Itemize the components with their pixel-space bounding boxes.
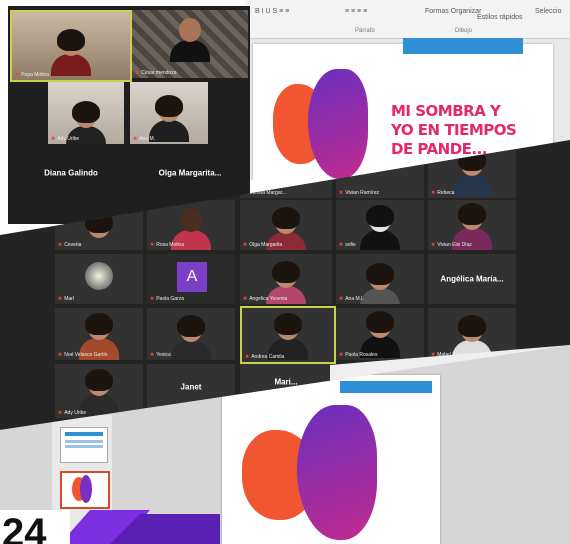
participant-name: Marl <box>64 296 74 302</box>
ribbon-group-paragraph: Párrafo <box>355 28 375 34</box>
video-tile[interactable]: ✖ sofie <box>336 200 424 250</box>
participant-name: Diana Galindo <box>44 168 98 178</box>
participant-name: Andrea Camila <box>251 354 285 360</box>
slide-art-purple <box>297 405 377 540</box>
ribbon-organize[interactable]: Formas Organizar <box>425 8 481 15</box>
slide-art-purple <box>308 69 368 179</box>
video-tile[interactable]: A ✖ Paola Garza <box>147 254 235 304</box>
participant-name: Paola Garza <box>156 296 184 302</box>
participant-name: Dienna Margar... <box>249 190 287 196</box>
participant-name: Rosa Molina <box>156 242 184 248</box>
participant-name: Angelica Yesenia <box>249 296 288 302</box>
video-tile[interactable]: ✖ Paola Rosales <box>336 308 424 360</box>
video-tile[interactable]: ✖ Vivian Elsi Díaz <box>428 200 516 250</box>
participant-name: Janet <box>180 382 202 392</box>
avatar: A <box>177 262 207 292</box>
video-tile[interactable]: ✖ César mendoza <box>132 10 248 78</box>
participant-name: Olga Margarita... <box>158 168 222 178</box>
video-tile[interactable]: ✖ Andrea Camila <box>240 306 336 364</box>
badge-number: 24 <box>2 511 47 544</box>
zoom-gallery-top: ✖ Pepa Molina ✖ César mendoza ✖ Ady Uribe ✖… <box>8 6 250 224</box>
ribbon-group-drawing: Dibujo <box>455 28 473 34</box>
ribbon-select[interactable]: Seleccio <box>535 8 561 15</box>
participant-name: César mendoza <box>141 70 177 76</box>
video-tile[interactable]: ✖ Angelica Yesenia <box>240 254 332 304</box>
video-tile[interactable]: ✖ Marl <box>55 254 143 304</box>
participant-name: Vivian Ramírez <box>345 190 380 196</box>
video-tile[interactable]: ✖ Yesica <box>147 308 235 360</box>
participant-name: Paola Rosales <box>345 352 378 358</box>
video-tile[interactable]: ✖ Ady Uribe <box>48 82 124 144</box>
slide-header-bar <box>340 381 432 393</box>
ribbon-format-buttons[interactable]: B I U S ≡ ≡ <box>255 8 289 15</box>
corner-badge: 24 <box>0 510 220 544</box>
participant-name: Rebeca <box>437 190 455 196</box>
ribbon-align-buttons[interactable]: ≡ ≡ ≡ ≡ <box>345 8 367 15</box>
video-tile[interactable]: Angélica María... <box>428 254 516 304</box>
video-tile[interactable]: ✖ Ana M. <box>130 82 208 144</box>
participant-name: Ady Uribe <box>64 410 87 416</box>
participant-name: Ady Uribe <box>57 136 80 142</box>
participant-name: Vivian Elsi Díaz <box>437 242 472 248</box>
video-tile[interactable]: Diana Galindo <box>12 148 130 198</box>
video-tile[interactable]: ✖ Olga Margarita <box>240 200 332 250</box>
video-tile[interactable]: ✖ Ady Uribe <box>55 364 143 418</box>
slide-canvas[interactable] <box>222 375 440 544</box>
participant-name: Olga Margarita <box>249 242 283 248</box>
video-tile[interactable]: ✖ Pepa Molina <box>10 10 132 82</box>
slide-header-bar <box>403 38 523 54</box>
participant-name: Yesica <box>156 352 171 358</box>
participant-name: Ana M. <box>139 136 156 142</box>
video-tile[interactable]: Olga Margarita... <box>132 148 248 198</box>
participant-name: Noé Velasco Gartín <box>64 352 108 358</box>
participant-name: Ceveria <box>64 242 82 248</box>
participant-name: Angélica María... <box>440 274 504 284</box>
video-tile[interactable]: ✖ Ana M.I. <box>336 254 424 304</box>
ribbon-quick-styles[interactable]: Estilos rápidos <box>477 14 523 21</box>
slide-thumbnail[interactable] <box>60 427 108 463</box>
participant-name: Ana M.I. <box>345 296 364 302</box>
video-tile[interactable]: ✖ Noé Velasco Gartín <box>55 308 143 360</box>
participant-name: sofie <box>345 242 356 248</box>
ribbon: B I U S ≡ ≡ ≡ ≡ ≡ ≡ Formas Organizar Est… <box>245 0 570 39</box>
participant-name: Pepa Molina <box>21 72 49 78</box>
